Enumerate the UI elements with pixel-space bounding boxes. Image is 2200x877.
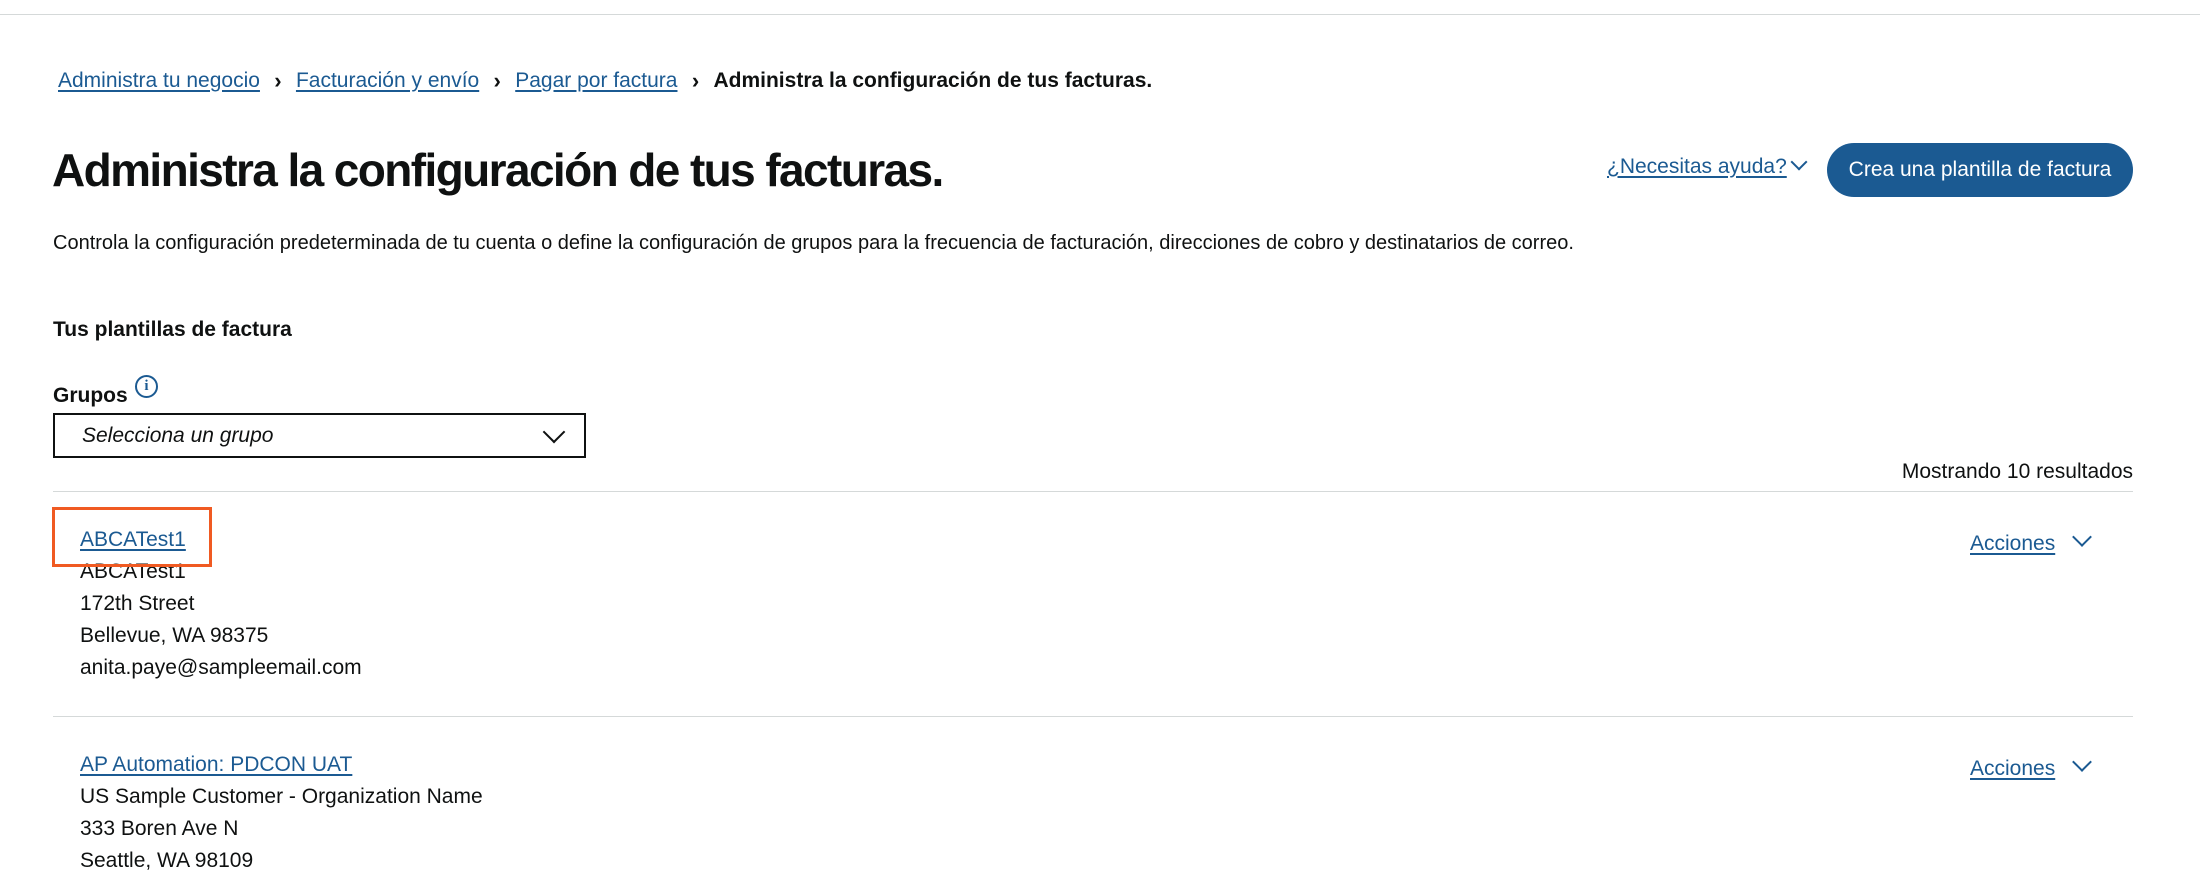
actions-dropdown[interactable]: Acciones (1970, 527, 2093, 556)
actions-label: Acciones (1970, 532, 2056, 555)
list-divider (53, 491, 2133, 492)
page-description: Controla la configuración predeterminada… (53, 232, 1574, 254)
chevron-down-icon (2072, 527, 2093, 547)
template-line: ABCATest1 (80, 560, 186, 583)
help-label: ¿Necesitas ayuda? (1607, 155, 1787, 178)
groups-label: Grupos (53, 384, 128, 407)
section-title: Tus plantillas de factura (53, 318, 292, 341)
chevron-down-icon (2072, 752, 2093, 772)
template-line: 333 Boren Ave N (80, 817, 239, 840)
template-line: US Sample Customer - Organization Name (80, 785, 483, 808)
list-divider (53, 716, 2133, 717)
chevron-down-icon (542, 420, 566, 444)
template-name-link[interactable]: ABCATest1 (80, 524, 186, 556)
template-line: 172th Street (80, 592, 195, 615)
create-template-button[interactable]: Crea una plantilla de factura (1827, 143, 2133, 197)
groups-select-value: Selecciona un grupo (82, 423, 274, 447)
breadcrumb: Administra tu negocio › Facturación y en… (58, 66, 1152, 96)
results-count: Mostrando 10 resultados (1901, 460, 2133, 483)
page-title: Administra la configuración de tus factu… (52, 144, 944, 196)
breadcrumb-current: Administra la configuración de tus factu… (713, 69, 1153, 92)
list-item: ABCATest1 ABCATest1 172th Street Bellevu… (80, 524, 1980, 684)
actions-dropdown[interactable]: Acciones (1970, 752, 2093, 781)
template-line: Seattle, WA 98109 (80, 849, 254, 872)
breadcrumb-link-business[interactable]: Administra tu negocio (58, 69, 260, 93)
groups-select[interactable]: Selecciona un grupo (53, 413, 586, 458)
template-line: anita.paye@sampleemail.com (80, 656, 362, 679)
chevron-down-icon (1790, 153, 1808, 171)
breadcrumb-link-billing[interactable]: Facturación y envío (296, 69, 479, 93)
chevron-right-icon: › (274, 68, 282, 93)
breadcrumb-link-pay-by-invoice[interactable]: Pagar por factura (515, 69, 677, 93)
help-link[interactable]: ¿Necesitas ayuda? (1607, 153, 1808, 179)
actions-label: Acciones (1970, 757, 2056, 780)
template-line: Bellevue, WA 98375 (80, 624, 269, 647)
info-icon[interactable]: i (135, 375, 158, 398)
template-name-link[interactable]: AP Automation: PDCON UAT (80, 749, 352, 781)
chevron-right-icon: › (493, 68, 501, 93)
chevron-right-icon: › (691, 68, 700, 93)
list-item: AP Automation: PDCON UAT US Sample Custo… (80, 749, 1980, 877)
top-divider (0, 14, 2200, 15)
